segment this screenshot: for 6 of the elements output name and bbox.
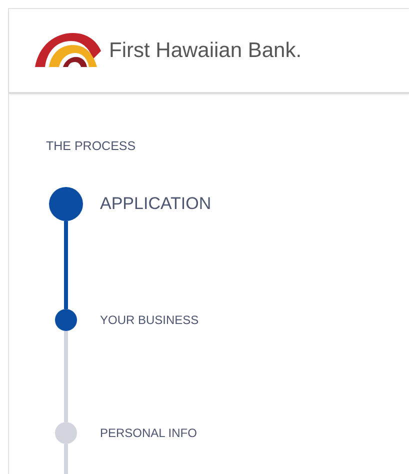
step-label: YOUR BUSINESS [100,312,199,329]
bank-name: First Hawaiian Bank. [109,38,302,62]
process-heading: THE PROCESS [46,139,137,153]
step-label: PERSONAL INFO [100,425,197,442]
step-label: APPLICATION [100,193,212,215]
rainbow-logo-icon [35,30,101,66]
